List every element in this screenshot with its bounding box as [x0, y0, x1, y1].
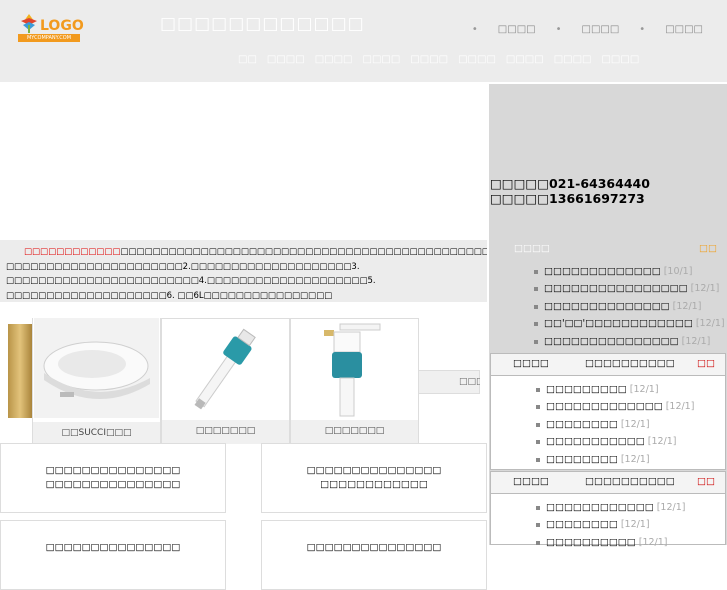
nav-item-9[interactable]: □□□□ — [601, 54, 639, 65]
info-card-line: □□□□□□□□□□□□□□□ — [306, 542, 442, 553]
info-card-line: □□□□□□□□□□□□□□□ — [45, 542, 181, 553]
nav-item-5[interactable]: □□□□ — [410, 54, 448, 65]
more-link[interactable]: □□ — [699, 239, 717, 259]
top-link-1[interactable]: • □□□□ — [472, 24, 536, 35]
main-nav: □□ □□□□ □□□□ □□□□ □□□□ □□□□ □□□□ □□□□ □□… — [238, 54, 639, 65]
list-item[interactable]: □□□□□□□□□□□ [12/1] — [491, 433, 725, 450]
banner-area — [0, 84, 487, 240]
product-carousel: □□SUCCI□□□ □□□□□□□ □□□□□□□ □□□□ — [8, 318, 480, 444]
logo-word: LOGO — [40, 18, 84, 34]
contact-mobile: □□□□□13661697273 — [490, 190, 645, 206]
nav-item-2[interactable]: □□□□ — [267, 54, 305, 65]
list-item[interactable]: □□□□□□□□□□ [12/1] — [491, 534, 725, 551]
list-item[interactable]: □□□□□□□□□□□□□□□ [12/1] — [489, 333, 727, 350]
product-caption: □□□□□□□ — [162, 420, 289, 444]
info-card-line: □□□□□□□□□□□□ — [320, 479, 428, 490]
site-logo[interactable]: LOGO MYCOMPANY.COM — [18, 12, 84, 42]
panel-list: □□□□□□□□□ [12/1] □□□□□□□□□□□□□ [12/1] □□□□… — [491, 376, 725, 468]
list-item[interactable]: □□□□□□□□□□□□□ [12/1] — [491, 398, 725, 415]
top-links: • □□□□ • □□□□ • □□□□ — [472, 24, 703, 35]
nav-item-3[interactable]: □□□□ — [315, 54, 353, 65]
site-title: □□□□□□□□□□□□ — [160, 14, 365, 34]
company-intro: □□□□□□□□□□□□□□□□□□□□□□□□□□□□□□□□□□□□□□□□… — [0, 240, 487, 302]
nav-item-7[interactable]: □□□□ — [506, 54, 544, 65]
intro-highlight[interactable]: □□□□□□□□□□□□ — [24, 247, 120, 257]
list-item[interactable]: □□□□□□□□□□□□□□ [12/1] — [489, 298, 727, 315]
panel-subtitle: □□□□□□□□□□ — [585, 358, 675, 369]
sidebar-panel-3: □□□□ □□□□□□□□□□ □□ □□□□□□□□□□□□ [12/1] □□… — [490, 471, 726, 548]
product-card-partial[interactable]: □□□□ — [418, 370, 480, 394]
site-header: LOGO MYCOMPANY.COM □□□□□□□□□□□□ • □□□□ • □… — [0, 0, 727, 82]
carousel-edge-image — [8, 324, 32, 418]
info-card-2[interactable]: □□□□□□□□□□□□□□□ □□□□□□□□□□□□ — [261, 443, 487, 513]
toilet-seat-image — [34, 318, 159, 418]
product-caption: □□□□□□□ — [291, 420, 418, 444]
nav-item-8[interactable]: □□□□ — [554, 54, 592, 65]
fill-valve-image-1 — [163, 320, 288, 420]
top-link-3[interactable]: • □□□□ — [639, 24, 703, 35]
product-card-fill-valve-2[interactable]: □□□□□□□ — [290, 318, 419, 444]
news-section-header: □□□□ □□ — [489, 239, 727, 261]
logo-domain: MYCOMPANY.COM — [18, 34, 80, 42]
info-card-line: □□□□□□□□□□□□□□□ — [306, 465, 442, 476]
info-card-3[interactable]: □□□□□□□□□□□□□□□ — [0, 520, 226, 590]
sidebar-panel-2: □□□□ □□□□□□□□□□ □□ □□□□□□□□□ [12/1] □□□□□… — [490, 353, 726, 470]
news-list: □□□□□□□□□□□□□ [10/1] □□□□□□□□□□□□□□□□ [12/… — [489, 263, 727, 350]
product-caption: □□SUCCI□□□ — [33, 422, 160, 444]
list-item[interactable]: □□'□□'□□□□□□□□□□□□ [12/1] — [489, 315, 727, 332]
logo-mark-icon — [21, 14, 37, 33]
fill-valve-image-2 — [292, 320, 417, 420]
top-link-2[interactable]: • □□□□ — [556, 24, 620, 35]
nav-item-4[interactable]: □□□□ — [363, 54, 401, 65]
info-card-4[interactable]: □□□□□□□□□□□□□□□ — [261, 520, 487, 590]
section-title: □□□□ — [514, 243, 550, 254]
more-link[interactable]: □□ — [697, 472, 715, 492]
contact-info: □□□□□021-64364440 □□□□□13661697273 — [490, 176, 650, 206]
list-item[interactable]: □□□□□□□□□ [12/1] — [491, 381, 725, 398]
list-item[interactable]: □□□□□□□□□□□□□□□□ [12/1] — [489, 280, 727, 297]
info-card-line: □□□□□□□□□□□□□□□ — [45, 479, 181, 490]
product-card-toilet-seat[interactable]: □□SUCCI□□□ — [32, 318, 161, 444]
info-card-1[interactable]: □□□□□□□□□□□□□□□ □□□□□□□□□□□□□□□ — [0, 443, 226, 513]
nav-item-home[interactable]: □□ — [238, 54, 257, 65]
panel-header: □□□□ □□□□□□□□□□ □□ — [491, 472, 725, 494]
more-link[interactable]: □□ — [697, 354, 715, 374]
contact-phone: □□□□□021-64364440 — [490, 176, 650, 191]
list-item[interactable]: □□□□□□□□ [12/1] — [491, 516, 725, 533]
list-item[interactable]: □□□□□□□□□□□□ [12/1] — [491, 499, 725, 516]
panel-list: □□□□□□□□□□□□ [12/1] □□□□□□□□ [12/1] □□□□□□… — [491, 494, 725, 551]
panel-header: □□□□ □□□□□□□□□□ □□ — [491, 354, 725, 376]
info-cards: □□□□□□□□□□□□□□□ □□□□□□□□□□□□□□□ □□□□□□□□… — [0, 443, 487, 590]
list-item[interactable]: □□□□□□□□ [12/1] — [491, 416, 725, 433]
panel-title: □□□□ — [513, 358, 549, 369]
panel-subtitle: □□□□□□□□□□ — [585, 476, 675, 487]
list-item[interactable]: □□□□□□□□ [12/1] — [491, 451, 725, 468]
list-item[interactable]: □□□□□□□□□□□□□ [10/1] — [489, 263, 727, 280]
product-card-fill-valve-1[interactable]: □□□□□□□ — [161, 318, 290, 444]
panel-title: □□□□ — [513, 476, 549, 487]
nav-item-6[interactable]: □□□□ — [458, 54, 496, 65]
info-card-line: □□□□□□□□□□□□□□□ — [45, 465, 181, 476]
